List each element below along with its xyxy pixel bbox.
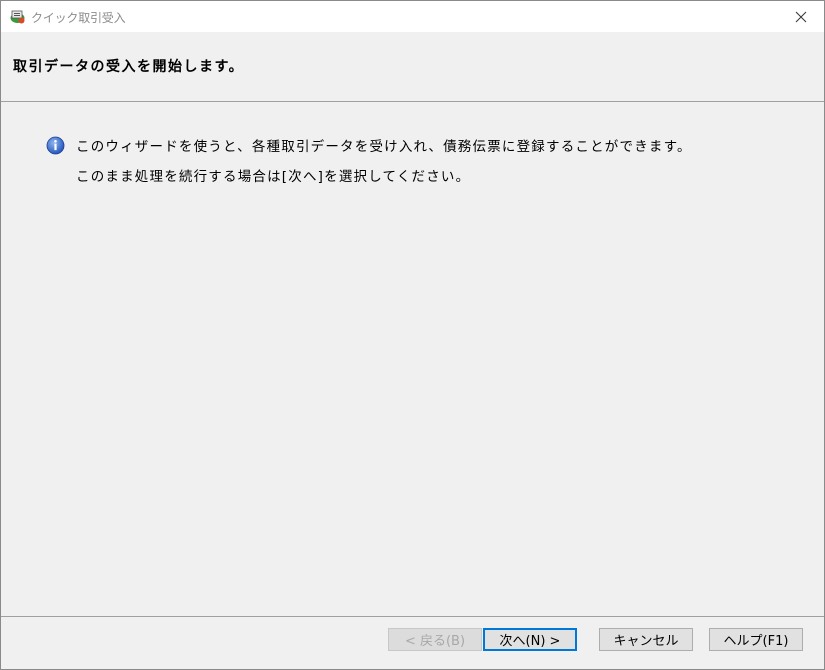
wizard-header: 取引データの受入を開始します。 [1, 32, 824, 101]
description-line-1: このウィザードを使うと、各種取引データを受け入れ、債務伝票に登録することができま… [76, 139, 692, 155]
close-button[interactable] [778, 1, 824, 32]
footer-divider [1, 616, 824, 617]
page-title: 取引データの受入を開始します。 [13, 59, 245, 75]
wizard-window: クイック取引受入 取引データの受入を開始します。 このウィザードを使うと、各種取… [0, 0, 825, 670]
help-button[interactable]: ヘルプ(F1) [709, 628, 803, 651]
description-line-2: このまま処理を続行する場合は[次へ]を選択してください。 [76, 169, 471, 185]
back-button[interactable]: < 戻る(B) [388, 628, 482, 651]
cancel-button[interactable]: キャンセル [599, 628, 693, 651]
info-icon [46, 136, 65, 155]
window-title: クイック取引受入 [31, 11, 126, 25]
close-icon [795, 11, 807, 22]
next-button[interactable]: 次へ(N) > [483, 628, 577, 651]
title-bar[interactable]: クイック取引受入 [1, 1, 824, 32]
header-divider [1, 101, 824, 102]
app-icon [9, 8, 26, 25]
